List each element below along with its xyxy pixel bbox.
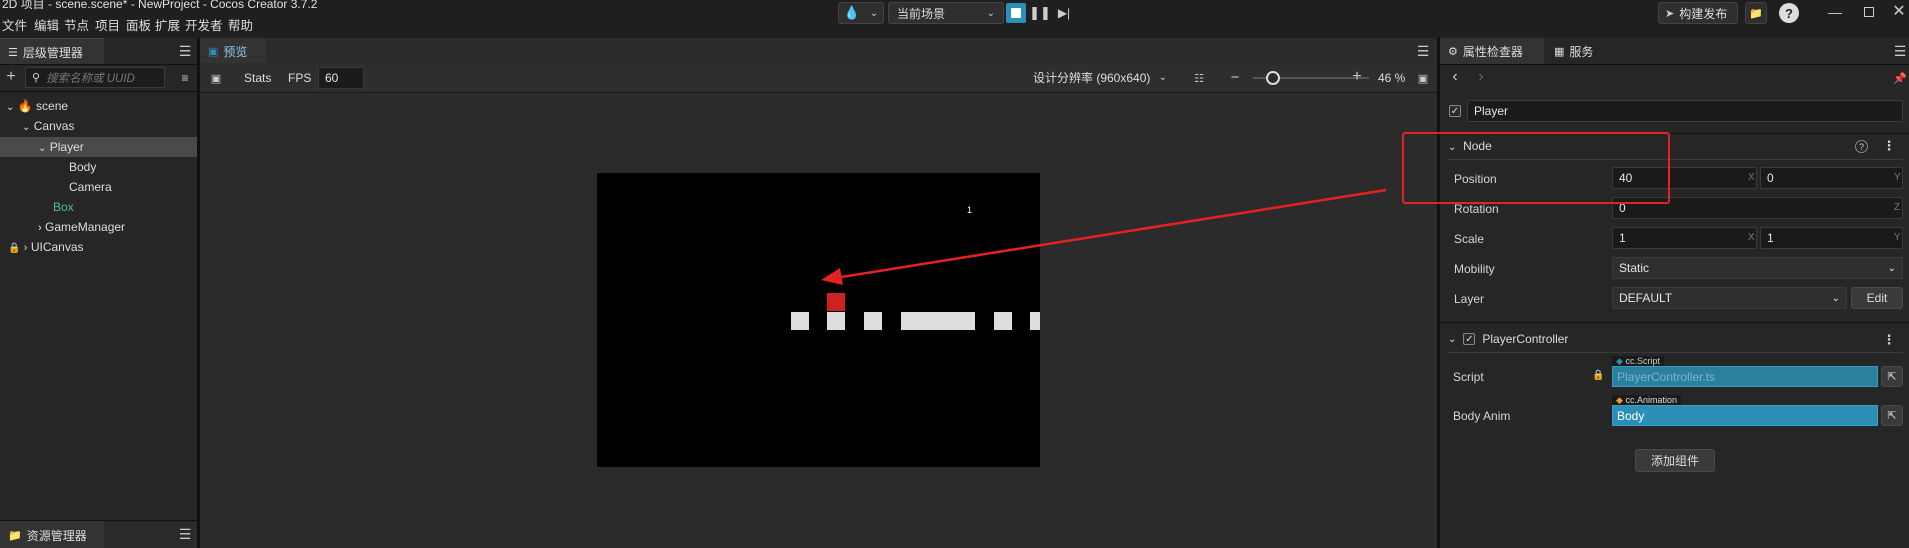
arrow-line	[834, 188, 1387, 280]
arrow-head	[821, 268, 843, 285]
annotation-arrow	[821, 188, 1387, 285]
